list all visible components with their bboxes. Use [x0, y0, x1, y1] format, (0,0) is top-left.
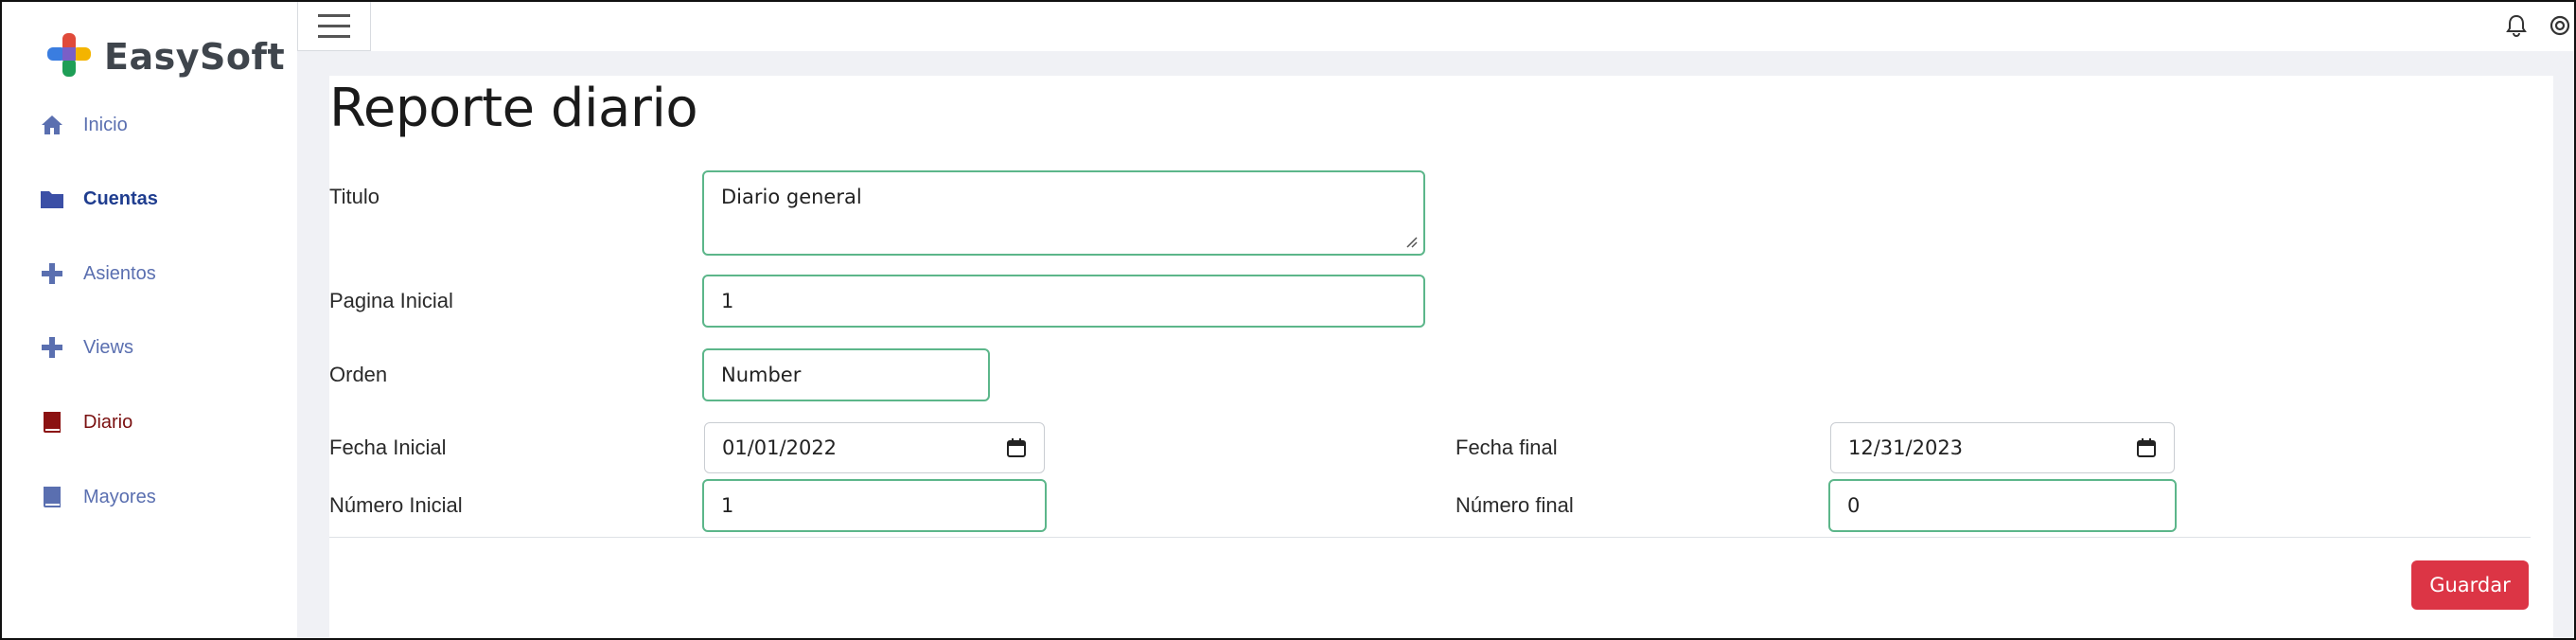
sidebar: EasySoft Inicio Cuentas Asientos Views D…	[2, 2, 297, 638]
numero-inicial-input[interactable]: 1	[702, 479, 1047, 532]
plus-icon	[38, 259, 66, 288]
fecha-final-label: Fecha final	[1456, 436, 1558, 459]
home-icon	[38, 111, 66, 139]
calendar-icon[interactable]	[2136, 437, 2157, 458]
ledger-icon	[38, 483, 66, 511]
calendar-icon[interactable]	[1006, 437, 1027, 458]
menu-icon-bar	[318, 25, 350, 27]
form-card	[329, 76, 2553, 638]
fecha-inicial-label: Fecha Inicial	[329, 436, 447, 459]
sidebar-item-label: Cuentas	[83, 187, 158, 209]
plus-icon	[38, 333, 66, 362]
fecha-inicial-value: 01/01/2022	[722, 436, 838, 459]
folder-icon	[38, 185, 66, 213]
sidebar-item-cuentas[interactable]: Cuentas	[38, 178, 158, 220]
pagina-inicial-input[interactable]: 1	[702, 275, 1425, 328]
numero-final-label: Número final	[1456, 493, 1574, 517]
sidebar-item-label: Diario	[83, 411, 133, 433]
save-button[interactable]: Guardar	[2411, 560, 2529, 610]
form-divider	[329, 537, 2531, 538]
pagina-inicial-label: Pagina Inicial	[329, 289, 453, 312]
menu-icon-bar	[318, 14, 350, 17]
sidebar-item-asientos[interactable]: Asientos	[38, 253, 156, 294]
numero-inicial-value: 1	[721, 494, 734, 517]
fecha-final-value: 12/31/2023	[1848, 436, 1964, 459]
sidebar-item-diario[interactable]: Diario	[38, 401, 132, 443]
sidebar-item-views[interactable]: Views	[38, 327, 133, 368]
resize-handle-icon[interactable]	[1404, 235, 1418, 248]
book-icon	[38, 408, 66, 436]
orden-value: Number	[721, 364, 802, 386]
sidebar-item-mayores[interactable]: Mayores	[38, 476, 156, 518]
logo-icon	[45, 31, 93, 83]
fecha-final-input[interactable]: 12/31/2023	[1830, 422, 2175, 473]
numero-final-value: 0	[1847, 494, 1861, 517]
numero-final-input[interactable]: 0	[1828, 479, 2177, 532]
page-title: Reporte diario	[329, 78, 698, 139]
bell-icon[interactable]	[2502, 11, 2531, 40]
brand-name: EasySoft	[104, 36, 286, 78]
menu-icon-bar	[318, 35, 350, 38]
orden-select[interactable]: Number	[702, 348, 990, 401]
sidebar-item-label: Mayores	[83, 486, 156, 507]
brand[interactable]: EasySoft	[45, 30, 285, 83]
numero-inicial-label: Número Inicial	[329, 493, 463, 517]
orden-label: Orden	[329, 363, 388, 386]
sidebar-item-inicio[interactable]: Inicio	[38, 104, 128, 146]
pagina-inicial-value: 1	[721, 290, 734, 312]
titulo-textarea[interactable]: Diario general	[702, 170, 1425, 256]
titulo-value: Diario general	[721, 186, 862, 208]
titulo-label: Titulo	[329, 185, 379, 208]
sidebar-item-label: Views	[83, 336, 133, 358]
settings-icon[interactable]	[2546, 11, 2574, 40]
sidebar-item-label: Inicio	[83, 114, 128, 135]
topbar	[297, 2, 2574, 51]
menu-toggle-button[interactable]	[297, 2, 371, 51]
sidebar-item-label: Asientos	[83, 262, 156, 284]
fecha-inicial-input[interactable]: 01/01/2022	[704, 422, 1045, 473]
